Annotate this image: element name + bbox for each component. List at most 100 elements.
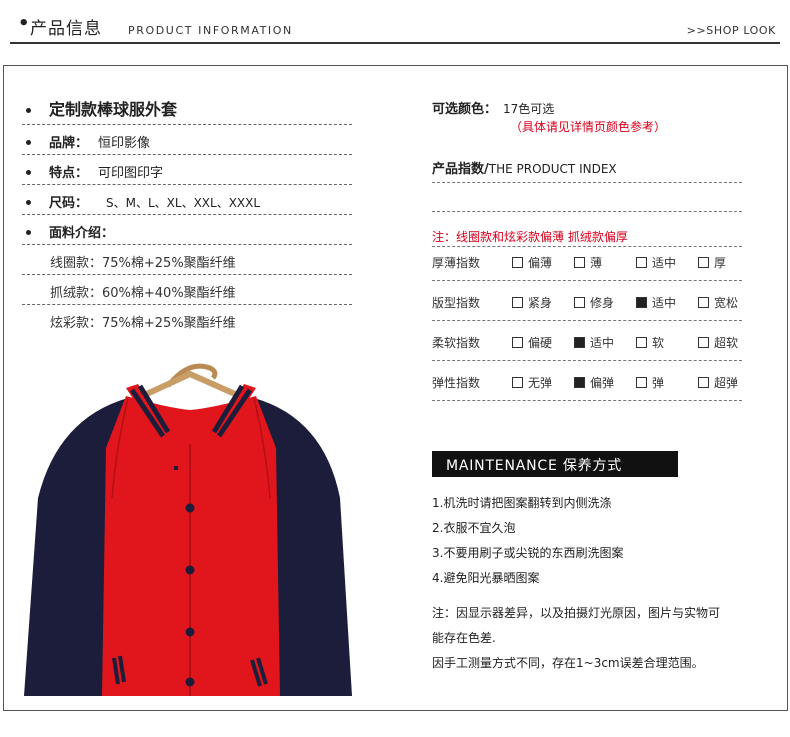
product-name-row: 定制款棒球服外套 [26, 96, 177, 120]
checkbox-icon[interactable] [698, 257, 709, 268]
divider [22, 244, 352, 245]
bullet-icon [26, 108, 31, 113]
index-option[interactable]: 偏薄 [512, 254, 552, 271]
index-option[interactable]: 超软 [698, 334, 738, 351]
bullet-icon [26, 140, 31, 145]
care-item: 3.不要用刷子或尖锐的东西刷洗图案 [432, 546, 624, 560]
feature-row: 特点： 可印图印字 [26, 162, 163, 181]
index-option[interactable]: 宽松 [698, 294, 738, 311]
button [185, 627, 195, 637]
index-title-cn: 产品指数/ [432, 162, 489, 177]
care-item: 1.机洗时请把图案翻转到内侧洗涤 [432, 496, 612, 510]
checkbox-checked-icon[interactable] [574, 337, 585, 348]
divider [22, 214, 352, 215]
baseball-jacket-image [24, 363, 352, 696]
header-subtitle: PRODUCT INFORMATION [128, 24, 293, 37]
index-option[interactable]: 紧身 [512, 294, 552, 311]
index-row-label: 厚薄指数 [432, 256, 481, 270]
checkbox-icon[interactable] [512, 257, 523, 268]
product-info-panel: 定制款棒球服外套 品牌： 恒印影像 特点： 可印图印字 尺码： S、M、L、XL、XX… [3, 65, 788, 711]
color-row: 可选颜色： 17色可选 [432, 98, 554, 117]
divider [432, 182, 742, 183]
disclaimer-line: 能存在色差. [432, 631, 496, 645]
checkbox-icon[interactable] [512, 297, 523, 308]
header-divider [10, 42, 780, 44]
header-bullet: • [18, 13, 30, 34]
index-row-elasticity: 弹性指数 无弹 偏弹 弹 超弹 [432, 372, 752, 392]
index-row-fit: 版型指数 紧身 修身 适中 宽松 [432, 292, 752, 312]
size-label: 尺码： [49, 196, 89, 211]
index-option[interactable]: 弹 [636, 374, 664, 391]
index-row-label: 版型指数 [432, 296, 481, 310]
divider [432, 246, 742, 247]
hanger-bar [135, 370, 247, 401]
divider [432, 360, 742, 361]
checkbox-icon[interactable] [574, 297, 585, 308]
index-option[interactable]: 厚 [698, 254, 726, 271]
checkbox-icon[interactable] [574, 257, 585, 268]
bullet-icon [26, 230, 31, 235]
shop-look-link[interactable]: >>SHOP LOOK [687, 24, 776, 37]
care-item: 2.衣服不宜久泡 [432, 521, 516, 535]
button [185, 503, 195, 513]
index-option[interactable]: 适中 [574, 334, 614, 351]
checkbox-icon[interactable] [698, 297, 709, 308]
index-note: 注：线圈款和炫彩款偏薄 抓绒款偏厚 [432, 230, 628, 244]
divider [432, 400, 742, 401]
checkbox-icon[interactable] [636, 257, 647, 268]
checkbox-icon[interactable] [512, 377, 523, 388]
care-item: 4.避免阳光暴晒图案 [432, 571, 540, 585]
checkbox-checked-icon[interactable] [574, 377, 585, 388]
disclaimer-line: 因手工测量方式不同，存在1~3cm误差合理范围。 [432, 656, 704, 670]
color-hint: （具体请见详情页颜色参考） [510, 120, 667, 134]
index-option[interactable]: 适中 [636, 254, 676, 271]
index-option[interactable]: 软 [636, 334, 664, 351]
divider [22, 274, 352, 275]
index-row-label: 柔软指数 [432, 336, 481, 350]
brand-row: 品牌： 恒印影像 [26, 132, 150, 151]
bullet-icon [26, 170, 31, 175]
index-option[interactable]: 无弹 [512, 374, 552, 391]
index-option[interactable]: 偏弹 [574, 374, 614, 391]
color-value: 17色可选 [503, 102, 555, 116]
size-row: 尺码： S、M、L、XL、XXL、XXXL [26, 192, 260, 211]
divider [22, 304, 352, 305]
divider [432, 211, 742, 212]
fabric-label: 面料介绍： [49, 226, 115, 241]
disclaimer-line: 注：因显示器差异，以及拍摄灯光原因，图片与实物可 [432, 606, 721, 620]
divider [432, 320, 742, 321]
size-value: S、M、L、XL、XXL、XXXL [106, 196, 261, 210]
divider [22, 154, 352, 155]
color-label: 可选颜色： [432, 102, 498, 117]
index-title-en: THE PRODUCT INDEX [488, 162, 617, 176]
checkbox-icon[interactable] [636, 377, 647, 388]
checkbox-checked-icon[interactable] [636, 297, 647, 308]
feature-value: 可印图印字 [98, 166, 164, 181]
checkbox-icon[interactable] [636, 337, 647, 348]
index-option[interactable]: 修身 [574, 294, 614, 311]
index-option[interactable]: 适中 [636, 294, 676, 311]
fabric-item: 炫彩款：75%棉+25%聚酯纤维 [50, 316, 236, 331]
index-row-label: 弹性指数 [432, 376, 481, 390]
index-option[interactable]: 超弹 [698, 374, 738, 391]
fabric-item: 线圈款：75%棉+25%聚酯纤维 [50, 256, 236, 271]
index-option[interactable]: 偏硬 [512, 334, 552, 351]
divider [22, 184, 352, 185]
bullet-icon [26, 200, 31, 205]
index-option[interactable]: 薄 [574, 254, 602, 271]
section-header: • 产品信息 PRODUCT INFORMATION >>SHOP LOOK [0, 0, 790, 48]
brand-label: 品牌： [49, 136, 89, 151]
checkbox-icon[interactable] [698, 337, 709, 348]
divider [432, 280, 742, 281]
index-row-thickness: 厚薄指数 偏薄 薄 适中 厚 [432, 252, 752, 272]
checkbox-icon[interactable] [512, 337, 523, 348]
fabric-item: 抓绒款：60%棉+40%聚酯纤维 [50, 286, 236, 301]
checkbox-icon[interactable] [698, 377, 709, 388]
tag [174, 466, 178, 470]
fabric-row: 面料介绍： [26, 222, 114, 241]
button [185, 565, 195, 575]
button [185, 677, 195, 687]
feature-label: 特点： [49, 166, 89, 181]
header-title: 产品信息 [30, 19, 102, 39]
divider [22, 124, 352, 125]
